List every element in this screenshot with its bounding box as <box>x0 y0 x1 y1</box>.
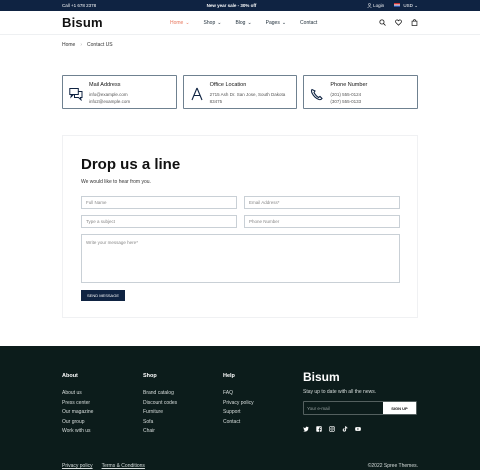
instagram-icon[interactable] <box>329 426 335 432</box>
breadcrumb-home[interactable]: Home <box>62 42 75 48</box>
footer-bottom-links: Privacy policy Terms & Conditions <box>62 463 145 469</box>
nav-label: Blog <box>235 19 246 26</box>
nav-item-pages[interactable]: Pages ⌄ <box>266 20 286 26</box>
site-header: Bisum Home ⌄ Shop ⌄ Blog ⌄ Pages ⌄ Contact <box>0 11 480 35</box>
email-field[interactable]: Email Address* <box>244 196 400 209</box>
heart-icon[interactable] <box>395 19 402 26</box>
phone-field[interactable]: Phone Number <box>244 215 400 228</box>
nav-label: Contact <box>300 19 318 26</box>
nav-item-blog[interactable]: Blog ⌄ <box>235 20 251 26</box>
topbar-right: Login USD ⌄ <box>367 3 418 9</box>
twitter-icon[interactable] <box>303 426 309 432</box>
card-mail: Mail Address info@example.com info2@exam… <box>62 75 177 109</box>
chevron-down-icon: ⌄ <box>217 19 222 26</box>
terms-link[interactable]: Terms & Conditions <box>102 463 145 469</box>
card-line[interactable]: info@example.com <box>89 91 130 98</box>
privacy-policy-link[interactable]: Privacy policy <box>62 463 93 469</box>
nav-label: Pages <box>265 19 280 26</box>
search-icon[interactable] <box>379 19 386 26</box>
card-line[interactable]: (201) 555-0124 <box>330 91 367 98</box>
facebook-icon[interactable] <box>316 426 322 432</box>
nav-item-contact[interactable]: Contact <box>300 20 317 26</box>
user-icon <box>367 3 372 9</box>
currency-select[interactable]: USD ⌄ <box>394 3 418 9</box>
footer-link[interactable]: About us <box>62 389 93 399</box>
footer-logo[interactable]: Bisum <box>303 370 340 384</box>
card-title: Office Location <box>209 82 247 88</box>
breadcrumb-current: Contact US <box>87 42 113 48</box>
main-nav: Home ⌄ Shop ⌄ Blog ⌄ Pages ⌄ Contact <box>170 20 317 26</box>
footer-link[interactable]: Work with us <box>62 427 93 437</box>
form-heading: Drop us a line <box>81 156 181 173</box>
message-textarea[interactable]: Write your message here* <box>81 234 400 283</box>
header-icons <box>379 19 418 26</box>
card-phone: Phone Number (201) 555-0124 (307) 555-01… <box>303 75 419 109</box>
footer-tagline: Stay up to date with all the news. <box>303 389 377 395</box>
social-links <box>303 426 361 432</box>
footer-link[interactable]: Sofa <box>143 418 177 428</box>
us-flag-icon <box>394 3 401 8</box>
card-line: 2715 Ash Dr. San Jose, South Dakota <box>209 92 286 97</box>
chevron-down-icon: ⌄ <box>185 19 190 26</box>
nav-item-home[interactable]: Home ⌄ <box>170 20 190 26</box>
newsletter-email-input[interactable]: Your e-mail <box>304 402 383 414</box>
location-icon <box>191 87 203 101</box>
breadcrumb: Home › Contact US <box>62 42 113 48</box>
chevron-down-icon: ⌄ <box>414 2 418 8</box>
footer-link[interactable]: Privacy policy <box>223 399 254 409</box>
card-office: Office Location 2715 Ash Dr. San Jose, S… <box>182 75 298 109</box>
footer-bottom: Privacy policy Terms & Conditions ©2022 … <box>62 463 418 469</box>
footer-link[interactable]: Press center <box>62 399 93 409</box>
form-subtitle: We would like to hear from you. <box>81 179 151 185</box>
contact-info-cards: Mail Address info@example.com info2@exam… <box>62 75 419 109</box>
footer-link[interactable]: Our group <box>62 418 93 428</box>
card-line[interactable]: info2@example.com <box>89 98 130 105</box>
footer-link[interactable]: Brand catalog <box>143 389 177 399</box>
send-message-button[interactable]: SEND MESSAGE <box>81 290 125 301</box>
tiktok-icon[interactable] <box>342 426 348 432</box>
card-title: Phone Number <box>330 82 368 88</box>
footer-heading: About <box>62 373 78 379</box>
login-link[interactable]: Login <box>367 2 385 9</box>
phone-icon <box>311 88 324 101</box>
chat-icon <box>69 88 83 101</box>
topbar-phone[interactable]: Call +1 678 2378 <box>62 3 96 8</box>
site-footer: About About us Press center Our magazine… <box>0 346 480 470</box>
nav-label: Home <box>170 19 184 26</box>
newsletter-form: Your e-mail SIGN UP <box>303 401 417 415</box>
site-logo[interactable]: Bisum <box>62 15 103 30</box>
currency-label: USD <box>403 2 413 8</box>
footer-col-shop: Shop Brand catalog Discount codes Furnit… <box>143 373 177 437</box>
footer-link[interactable]: Support <box>223 408 254 418</box>
footer-col-help: Help FAQ Privacy policy Support Contact <box>223 373 254 427</box>
subject-field[interactable]: Type a subject <box>81 215 237 228</box>
signup-button[interactable]: SIGN UP <box>383 402 416 414</box>
footer-col-about: About About us Press center Our magazine… <box>62 373 93 437</box>
footer-link[interactable]: Chair <box>143 427 177 437</box>
footer-link[interactable]: Furniture <box>143 408 177 418</box>
footer-link[interactable]: Discount codes <box>143 399 177 409</box>
footer-heading: Shop <box>143 373 157 379</box>
footer-link[interactable]: Our magazine <box>62 408 93 418</box>
card-line[interactable]: (307) 555-0133 <box>330 98 367 105</box>
footer-heading: Help <box>223 373 235 379</box>
card-line: 83475 <box>209 99 223 104</box>
card-title: Mail Address <box>89 82 121 88</box>
nav-label: Shop <box>203 19 216 26</box>
footer-link[interactable]: Contact <box>223 418 254 428</box>
footer-link[interactable]: FAQ <box>223 389 254 399</box>
topbar-promo: New year sale - 30% off <box>206 3 257 8</box>
login-label: Login <box>373 2 385 8</box>
chevron-down-icon: ⌄ <box>247 19 252 26</box>
chevron-right-icon: › <box>80 42 83 48</box>
chevron-down-icon: ⌄ <box>281 19 287 26</box>
copyright-text: ©2022 Spree Themes. <box>367 463 418 469</box>
top-bar: Call +1 678 2378 New year sale - 30% off… <box>0 0 480 11</box>
nav-item-shop[interactable]: Shop ⌄ <box>204 20 222 26</box>
full-name-field[interactable]: Full Name <box>81 196 237 209</box>
contact-form: Drop us a line We would like to hear fro… <box>62 135 418 318</box>
youtube-icon[interactable] <box>355 426 361 432</box>
cart-icon[interactable] <box>411 19 418 26</box>
